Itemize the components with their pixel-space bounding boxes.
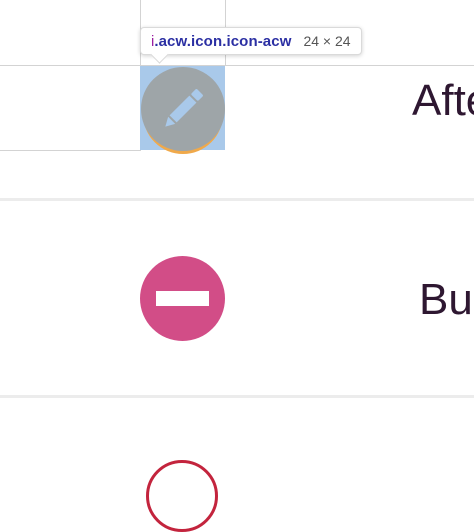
grid-line-horizontal-top bbox=[0, 65, 474, 66]
row-separator bbox=[0, 395, 474, 398]
edit-pencil-icon[interactable] bbox=[141, 67, 225, 151]
grid-line-horizontal-bottom bbox=[0, 150, 141, 151]
tooltip-dimensions: 24 × 24 bbox=[303, 33, 351, 49]
minus-circle-icon[interactable] bbox=[140, 256, 225, 341]
minus-bar bbox=[156, 291, 209, 306]
inspector-tooltip: i.acw.icon.icon-acw 24 × 24 bbox=[140, 27, 362, 55]
row-separator bbox=[0, 198, 474, 201]
pencil-glyph bbox=[165, 89, 203, 127]
row-label-after: Afte bbox=[412, 76, 474, 125]
row-label-bus: Bus bbox=[419, 275, 474, 324]
tooltip-classes: .acw.icon.icon-acw bbox=[154, 32, 292, 50]
tooltip-selector: i.acw.icon.icon-acw bbox=[151, 33, 291, 50]
